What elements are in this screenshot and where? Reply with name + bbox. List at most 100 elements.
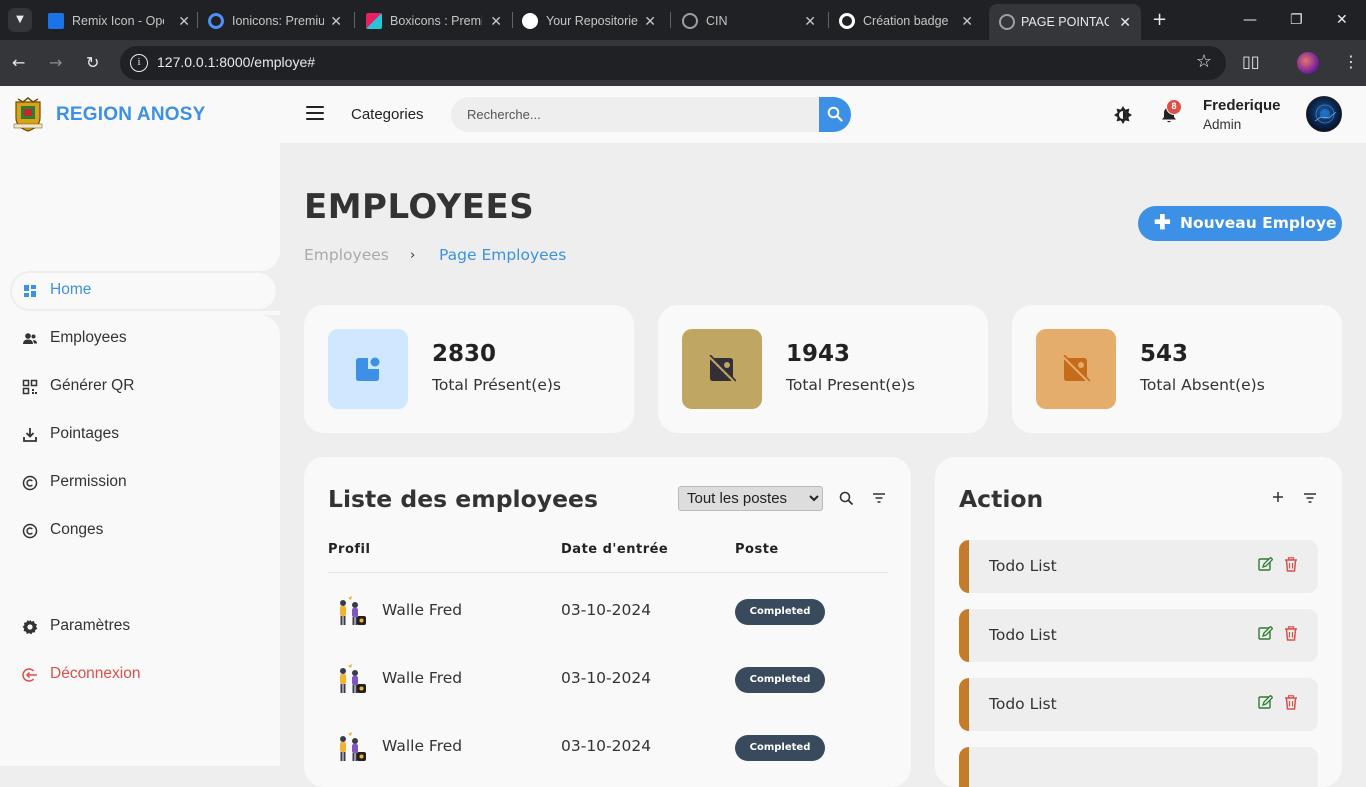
stat-card: 1943 Total Present(e)s bbox=[658, 305, 988, 433]
filter-icon[interactable] bbox=[873, 493, 885, 503]
browser-tab[interactable]: Ionicons: Premium ✕ bbox=[208, 6, 342, 36]
todo-item[interactable]: Todo List bbox=[959, 540, 1318, 593]
trash-icon[interactable] bbox=[1284, 626, 1298, 641]
categories-link[interactable]: Categories bbox=[351, 106, 424, 123]
tab-search-button[interactable]: ▼ bbox=[8, 8, 32, 32]
bookmark-star-icon[interactable]: ☆ bbox=[1196, 51, 1212, 72]
search-icon[interactable] bbox=[839, 491, 854, 506]
todo-item[interactable]: Todo List bbox=[959, 609, 1318, 662]
stat-card: 543 Total Absent(e)s bbox=[1012, 305, 1342, 433]
tab-separator bbox=[197, 12, 198, 28]
sidebar-item-parametres[interactable]: Paramètres bbox=[10, 607, 280, 647]
logout-icon bbox=[22, 668, 37, 682]
browser-tab[interactable]: Boxicons : Premium ✕ bbox=[366, 6, 502, 36]
browser-tab[interactable]: Création badge ✕ bbox=[839, 6, 973, 36]
url-text[interactable]: 127.0.0.1:8000/employe# bbox=[157, 54, 315, 70]
sidebar-item-employees[interactable]: Employees bbox=[10, 319, 280, 359]
theme-toggle-icon[interactable] bbox=[1113, 105, 1133, 125]
search-button[interactable] bbox=[819, 97, 851, 132]
column-header[interactable]: Profil bbox=[328, 542, 370, 557]
add-icon[interactable] bbox=[1272, 491, 1284, 503]
table-row[interactable]: Walle Fred 03-10-2024 Completed bbox=[328, 724, 888, 784]
table-row[interactable]: Walle Fred 03-10-2024 Completed bbox=[328, 588, 888, 648]
forward-icon[interactable]: → bbox=[49, 52, 62, 74]
sidebar-active-curve bbox=[240, 213, 280, 271]
sidebar-item-conges[interactable]: Conges bbox=[10, 511, 280, 551]
status-badge: Completed bbox=[735, 599, 825, 625]
sidebar-item-pointages[interactable]: Pointages bbox=[10, 415, 280, 455]
tab-title: Your Repositories bbox=[546, 14, 638, 28]
user-name: Frederique bbox=[1203, 97, 1281, 114]
browser-tab[interactable]: Your Repositories ✕ bbox=[522, 6, 656, 36]
browser-tab[interactable]: Remix Icon - Open ✕ bbox=[48, 6, 190, 36]
globe-icon bbox=[682, 13, 698, 29]
breadcrumb-item[interactable]: Employees bbox=[304, 246, 389, 264]
close-window-icon[interactable]: ✕ bbox=[1336, 8, 1348, 32]
sidebar-item-home[interactable]: Home bbox=[10, 271, 280, 311]
dashboard-icon bbox=[24, 285, 36, 297]
column-header[interactable]: Date d'entrée bbox=[561, 542, 668, 557]
copyright-icon bbox=[22, 475, 38, 491]
close-tab-icon[interactable]: ✕ bbox=[804, 6, 816, 36]
close-tab-icon[interactable]: ✕ bbox=[330, 6, 342, 36]
close-tab-icon[interactable]: ✕ bbox=[490, 6, 502, 36]
sidebar-item-label: Déconnexion bbox=[50, 665, 141, 682]
url-field[interactable]: i 127.0.0.1:8000/employe# ☆ bbox=[120, 46, 1226, 80]
brand-title[interactable]: REGION ANOSY bbox=[56, 104, 206, 126]
edit-icon[interactable] bbox=[1258, 626, 1273, 641]
browser-tab[interactable]: CIN ✕ bbox=[682, 6, 816, 36]
calendar-off-icon bbox=[1062, 355, 1090, 383]
todo-item-partial[interactable] bbox=[959, 747, 1318, 787]
tab-title: Remix Icon - Open bbox=[72, 14, 164, 28]
table-header-divider bbox=[328, 572, 888, 573]
trash-icon[interactable] bbox=[1284, 557, 1298, 572]
notification-count-badge: 8 bbox=[1166, 99, 1182, 115]
add-employee-button[interactable]: ✚ Nouveau Employe bbox=[1138, 206, 1342, 241]
close-tab-icon[interactable]: ✕ bbox=[1119, 4, 1131, 40]
employee-date: 03-10-2024 bbox=[561, 737, 652, 755]
site-info-icon[interactable]: i bbox=[130, 54, 148, 72]
browser-profile-avatar[interactable] bbox=[1297, 52, 1319, 74]
reading-mode-icon[interactable]: ▯▯ bbox=[1242, 52, 1260, 71]
close-tab-icon[interactable]: ✕ bbox=[961, 6, 973, 36]
reload-icon[interactable]: ↻ bbox=[86, 52, 99, 74]
search-icon bbox=[827, 106, 843, 122]
trash-icon[interactable] bbox=[1284, 695, 1298, 710]
search-form bbox=[451, 97, 851, 132]
breadcrumb-item-active[interactable]: Page Employees bbox=[439, 246, 566, 264]
users-icon bbox=[23, 333, 37, 344]
sidebar-item-label: Employees bbox=[50, 329, 127, 346]
tab-title: Ionicons: Premium bbox=[232, 14, 324, 28]
filter-icon[interactable] bbox=[1304, 493, 1316, 503]
edit-icon[interactable] bbox=[1258, 695, 1273, 710]
sidebar-item-generer-qr[interactable]: Générer QR bbox=[10, 367, 280, 407]
sidebar-item-deconnexion[interactable]: Déconnexion bbox=[10, 655, 280, 695]
sidebar-item-permission[interactable]: Permission bbox=[10, 463, 280, 503]
sidebar-item-label: Générer QR bbox=[50, 377, 135, 394]
browser-tab-active[interactable]: PAGE POINTAGE ✕ bbox=[989, 4, 1141, 40]
edit-icon[interactable] bbox=[1258, 557, 1273, 572]
back-icon[interactable]: ← bbox=[12, 52, 25, 74]
ionicons-favicon-icon bbox=[208, 13, 224, 29]
todo-item[interactable]: Todo List bbox=[959, 678, 1318, 731]
todo-label: Todo List bbox=[989, 695, 1057, 713]
boxicons-favicon-icon bbox=[366, 13, 382, 29]
close-tab-icon[interactable]: ✕ bbox=[644, 6, 656, 36]
breadcrumb-separator: › bbox=[410, 248, 416, 263]
calendar-off-icon bbox=[708, 355, 736, 383]
region-crest-logo bbox=[13, 97, 43, 132]
stat-value: 1943 bbox=[786, 341, 851, 367]
column-header[interactable]: Poste bbox=[735, 542, 779, 557]
minimize-icon[interactable]: — bbox=[1243, 8, 1257, 32]
poste-filter-select[interactable]: Tout les postes bbox=[678, 486, 823, 511]
user-avatar[interactable] bbox=[1306, 96, 1342, 132]
close-tab-icon[interactable]: ✕ bbox=[178, 6, 190, 36]
browser-menu-icon[interactable]: ⋮ bbox=[1343, 52, 1359, 71]
hamburger-menu-icon[interactable] bbox=[306, 106, 324, 121]
table-row[interactable]: Walle Fred 03-10-2024 Completed bbox=[328, 656, 888, 716]
restore-icon[interactable]: ❐ bbox=[1290, 8, 1303, 32]
tab-title: PAGE POINTAGE bbox=[1021, 15, 1109, 29]
search-input[interactable] bbox=[451, 97, 819, 132]
page-title: EMPLOYEES bbox=[304, 187, 535, 227]
new-tab-button[interactable]: + bbox=[1152, 8, 1167, 32]
